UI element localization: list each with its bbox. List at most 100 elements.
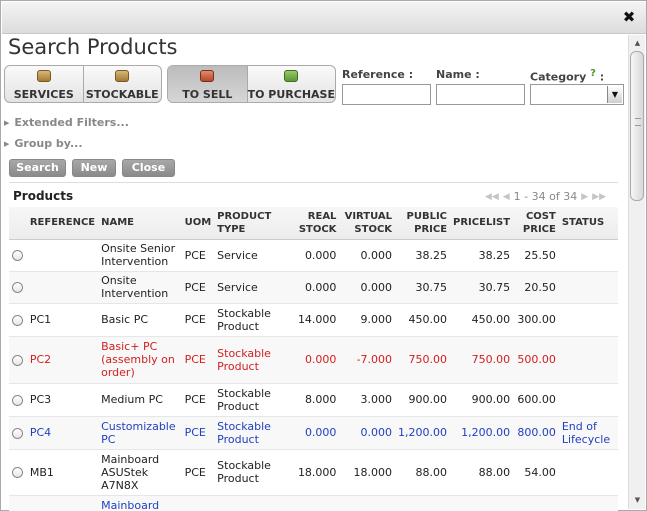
prev-page-icon[interactable]: ◀ bbox=[503, 192, 510, 202]
table-row[interactable]: PC4 Customizable PC PCE Stockable Product 0.… bbox=[9, 416, 618, 450]
row-radio[interactable] bbox=[12, 314, 23, 326]
cell-status bbox=[558, 336, 618, 384]
cell-virtual-stock: 0.000 bbox=[339, 416, 396, 450]
group-by-toggle[interactable]: ▶ Group by... bbox=[4, 137, 83, 150]
filter-to-sell-button[interactable]: TO SELL bbox=[168, 66, 248, 102]
header-virtual-stock[interactable]: VIRTUAL STOCK bbox=[339, 207, 396, 240]
grip-icon bbox=[635, 118, 641, 126]
cell-name: Customizable PC bbox=[98, 416, 182, 450]
sell-icon bbox=[200, 70, 215, 82]
group-by-label: Group by... bbox=[14, 137, 83, 150]
row-radio[interactable] bbox=[12, 427, 23, 439]
extended-filters-toggle[interactable]: ▶ Extended Filters... bbox=[4, 116, 129, 129]
cell-name: Medium PC bbox=[98, 383, 182, 417]
header-reference[interactable]: REFERENCE bbox=[26, 207, 99, 240]
header-cost-price[interactable]: COST PRICE bbox=[513, 207, 559, 240]
cell-uom: PCE bbox=[181, 383, 215, 417]
cell-status bbox=[558, 303, 618, 337]
row-select-cell bbox=[9, 383, 27, 417]
cell-cost-price: 800.00 bbox=[513, 416, 559, 450]
cell-status: End of Lifecycle bbox=[558, 416, 618, 450]
cell-pricelist: 900.00 bbox=[450, 383, 514, 417]
filter-stockable-label: STOCKABLE bbox=[85, 88, 159, 101]
reference-input[interactable] bbox=[342, 84, 431, 105]
cell-cost-price: 20.50 bbox=[513, 271, 559, 304]
row-select-cell bbox=[9, 416, 27, 450]
products-panel-title: Products bbox=[13, 189, 74, 203]
header-real-stock[interactable]: REAL STOCK bbox=[291, 207, 340, 240]
search-button[interactable]: Search bbox=[9, 159, 66, 177]
table-row[interactable]: Onsite Senior Intervention PCE Service 0.00… bbox=[9, 239, 618, 272]
scrollbar-thumb[interactable] bbox=[630, 51, 644, 201]
first-page-icon[interactable]: ◀◀ bbox=[485, 192, 499, 202]
header-name[interactable]: NAME bbox=[98, 207, 182, 240]
row-select-cell bbox=[9, 449, 27, 496]
row-radio[interactable] bbox=[12, 394, 23, 406]
cell-name: Mainboard bbox=[98, 495, 182, 511]
cell-uom bbox=[181, 495, 215, 511]
header-status[interactable]: STATUS bbox=[558, 207, 618, 240]
cell-public-price: 30.75 bbox=[395, 271, 451, 304]
cell-uom: PCE bbox=[181, 449, 215, 496]
vertical-scrollbar[interactable]: ▲ ▼ bbox=[628, 35, 645, 509]
header-public-price[interactable]: PUBLIC PRICE bbox=[395, 207, 451, 240]
table-row[interactable]: PC3 Medium PC PCE Stockable Product 8.000 3.0… bbox=[9, 383, 618, 417]
cell-virtual-stock: 0.000 bbox=[339, 271, 396, 304]
cell-product-type: Stockable Product bbox=[214, 336, 292, 384]
dialog-titlebar: ✖ bbox=[2, 2, 646, 34]
cell-public-price: 1,200.00 bbox=[395, 416, 451, 450]
new-button[interactable]: New bbox=[72, 159, 116, 177]
table-row[interactable]: Mainboard bbox=[9, 495, 618, 511]
cell-virtual-stock: 18.000 bbox=[339, 449, 396, 496]
cell-virtual-stock: -7.000 bbox=[339, 336, 396, 384]
table-row[interactable]: PC2 Basic+ PC (assembly on order) PCE Stock… bbox=[9, 336, 618, 384]
next-page-icon[interactable]: ▶ bbox=[581, 192, 588, 202]
products-table: REFERENCE NAME UOM PRODUCT TYPE REAL STO… bbox=[9, 207, 618, 511]
cell-name: Onsite Senior Intervention bbox=[98, 239, 182, 272]
header-select bbox=[9, 207, 27, 240]
last-page-icon[interactable]: ▶▶ bbox=[592, 192, 606, 202]
filter-services-button[interactable]: SERVICES bbox=[5, 66, 84, 102]
cell-public-price: 88.00 bbox=[395, 449, 451, 496]
cell-name: Onsite Intervention bbox=[98, 271, 182, 304]
cell-reference: PC2 bbox=[26, 336, 99, 384]
chevron-down-icon[interactable]: ▼ bbox=[607, 86, 622, 103]
close-button[interactable]: Close bbox=[122, 159, 175, 177]
scroll-up-icon[interactable]: ▲ bbox=[631, 37, 644, 49]
row-select-cell bbox=[9, 303, 27, 337]
row-radio[interactable] bbox=[12, 282, 23, 293]
header-pricelist[interactable]: PRICELIST bbox=[450, 207, 514, 240]
row-radio[interactable] bbox=[12, 467, 23, 478]
cell-real-stock: 0.000 bbox=[291, 271, 340, 304]
triangle-right-icon: ▶ bbox=[4, 119, 10, 127]
close-x-icon[interactable]: ✖ bbox=[622, 10, 636, 25]
cell-public-price: 450.00 bbox=[395, 303, 451, 337]
cell-status bbox=[558, 239, 618, 272]
extended-filters-label: Extended Filters... bbox=[14, 116, 129, 129]
cell-status bbox=[558, 383, 618, 417]
row-select-cell bbox=[9, 239, 27, 272]
filter-group-type: SERVICES STOCKABLE bbox=[4, 65, 162, 103]
triangle-right-icon: ▶ bbox=[4, 140, 10, 148]
cell-cost-price: 300.00 bbox=[513, 303, 559, 337]
table-row[interactable]: Onsite Intervention PCE Service 0.000 0.000 3… bbox=[9, 271, 618, 304]
scroll-down-icon[interactable]: ▼ bbox=[631, 494, 644, 506]
header-uom[interactable]: UOM bbox=[181, 207, 215, 240]
cell-public-price: 38.25 bbox=[395, 239, 451, 272]
row-radio[interactable] bbox=[12, 354, 23, 366]
filter-to-purchase-button[interactable]: TO PURCHASE bbox=[248, 66, 335, 102]
header-product-type[interactable]: PRODUCT TYPE bbox=[214, 207, 292, 240]
category-label: Category ? : bbox=[530, 68, 604, 84]
table-row[interactable]: MB1 Mainboard ASUStek A7N8X PCE Stockable P… bbox=[9, 449, 618, 496]
filter-stockable-button[interactable]: STOCKABLE bbox=[84, 66, 162, 102]
cell-real-stock: 0.000 bbox=[291, 239, 340, 272]
table-row[interactable]: PC1 Basic PC PCE Stockable Product 14.000 9.0… bbox=[9, 303, 618, 337]
cell-real-stock: 0.000 bbox=[291, 416, 340, 450]
cell-reference: PC1 bbox=[26, 303, 99, 337]
reference-label: Reference : bbox=[342, 68, 414, 81]
category-select[interactable]: ▼ bbox=[530, 84, 624, 105]
name-input[interactable] bbox=[436, 84, 525, 105]
row-radio[interactable] bbox=[12, 250, 23, 261]
cell-uom: PCE bbox=[181, 336, 215, 384]
cell-pricelist: 1,200.00 bbox=[450, 416, 514, 450]
